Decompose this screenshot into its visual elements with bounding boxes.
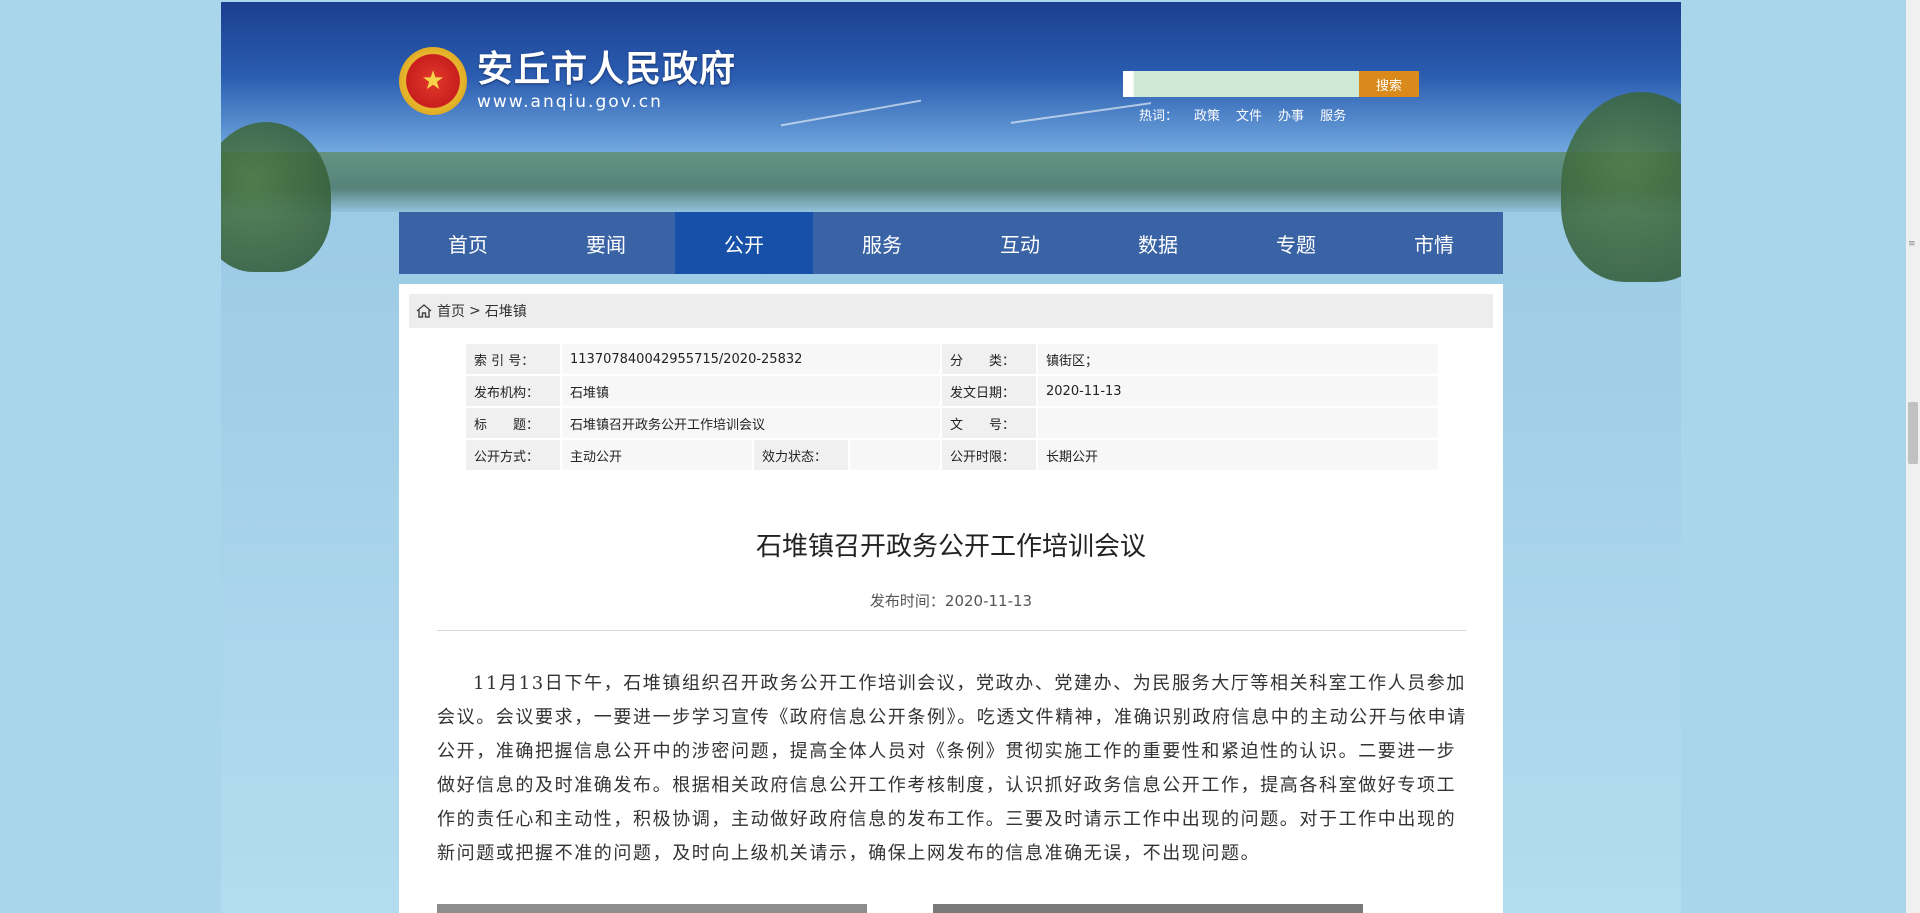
breadcrumb-current[interactable]: 石堆镇 — [485, 301, 527, 321]
site-url: www.anqiu.gov.cn — [477, 92, 663, 112]
meta-value: 长期公开 — [1038, 440, 1438, 470]
hotwords-bar: 热词： 政策 文件 办事 服务 — [1139, 105, 1346, 124]
city-skyline — [221, 152, 1681, 212]
main-content: 首页 > 石堆镇 索 引 号： 113707840042955715/2020-… — [399, 284, 1503, 913]
main-nav: 首页 要闻 公开 服务 互动 数据 专题 市情 — [399, 212, 1503, 274]
nav-item-data[interactable]: 数据 — [1089, 212, 1227, 274]
meta-label: 文 号： — [942, 408, 1036, 438]
meta-label: 发文日期： — [942, 376, 1036, 406]
meta-label: 标 题： — [466, 408, 560, 438]
breadcrumb: 首页 > 石堆镇 — [409, 294, 1493, 328]
publish-time: 发布时间：2020-11-13 — [869, 592, 1033, 610]
site-logo[interactable]: ★ 安丘市人民政府 www.anqiu.gov.cn — [399, 47, 736, 115]
nav-item-topics[interactable]: 专题 — [1227, 212, 1365, 274]
meta-value — [850, 440, 940, 470]
meta-value — [1038, 408, 1438, 438]
nav-item-city-info[interactable]: 市情 — [1365, 212, 1503, 274]
scrollbar-thumb[interactable] — [1908, 402, 1918, 464]
meta-label: 索 引 号： — [466, 344, 560, 374]
table-row: 公开方式： 主动公开 效力状态： 公开时限： 长期公开 — [466, 440, 1438, 470]
hotword-link[interactable]: 文件 — [1236, 105, 1262, 124]
meta-label: 发布机构： — [466, 376, 560, 406]
nav-item-home[interactable]: 首页 — [399, 212, 537, 274]
breadcrumb-separator: > — [469, 303, 481, 319]
search-input[interactable] — [1123, 71, 1359, 97]
search-bar: 搜索 — [1123, 71, 1424, 97]
article-photo[interactable] — [933, 904, 1363, 913]
national-emblem-icon: ★ — [399, 47, 467, 115]
nav-item-news[interactable]: 要闻 — [537, 212, 675, 274]
meta-label: 公开方式： — [466, 440, 560, 470]
meta-label: 分 类： — [942, 344, 1036, 374]
meta-label: 效力状态： — [754, 440, 848, 470]
meta-label: 公开时限： — [942, 440, 1036, 470]
nav-item-interaction[interactable]: 互动 — [951, 212, 1089, 274]
divider — [437, 630, 1466, 631]
meta-value: 主动公开 — [562, 440, 752, 470]
meta-value: 2020-11-13 — [1038, 376, 1438, 406]
home-icon — [416, 304, 432, 318]
hotword-link[interactable]: 服务 — [1320, 105, 1346, 124]
meta-value: 镇街区； — [1038, 344, 1438, 374]
page-wrapper: ★ 安丘市人民政府 www.anqiu.gov.cn 搜索 热词： 政策 文件 … — [221, 2, 1681, 913]
table-row: 索 引 号： 113707840042955715/2020-25832 分 类… — [466, 344, 1438, 374]
article-photo[interactable] — [437, 904, 867, 913]
hotword-link[interactable]: 政策 — [1194, 105, 1220, 124]
meta-value: 石堆镇召开政务公开工作培训会议 — [562, 408, 940, 438]
scroll-grip-icon: ≡ — [1908, 239, 1916, 249]
document-meta-table: 索 引 号： 113707840042955715/2020-25832 分 类… — [464, 342, 1440, 472]
page-scrollbar[interactable]: ≡ — [1906, 0, 1920, 913]
meta-value: 石堆镇 — [562, 376, 940, 406]
table-row: 发布机构： 石堆镇 发文日期： 2020-11-13 — [466, 376, 1438, 406]
nav-item-open[interactable]: 公开 — [675, 212, 813, 274]
meta-value: 113707840042955715/2020-25832 — [562, 344, 940, 374]
breadcrumb-home-link[interactable]: 首页 — [437, 301, 465, 321]
nav-item-services[interactable]: 服务 — [813, 212, 951, 274]
article-body: 11月13日下午，石堆镇组织召开政务公开工作培训会议，党政办、党建办、为民服务大… — [437, 673, 1467, 864]
site-title: 安丘市人民政府 — [477, 49, 737, 90]
search-button[interactable]: 搜索 — [1359, 71, 1419, 97]
table-row: 标 题： 石堆镇召开政务公开工作培训会议 文 号： — [466, 408, 1438, 438]
article-title: 石堆镇召开政务公开工作培训会议 — [755, 532, 1146, 562]
hotword-link[interactable]: 办事 — [1278, 105, 1304, 124]
hotwords-label: 热词： — [1139, 109, 1179, 124]
